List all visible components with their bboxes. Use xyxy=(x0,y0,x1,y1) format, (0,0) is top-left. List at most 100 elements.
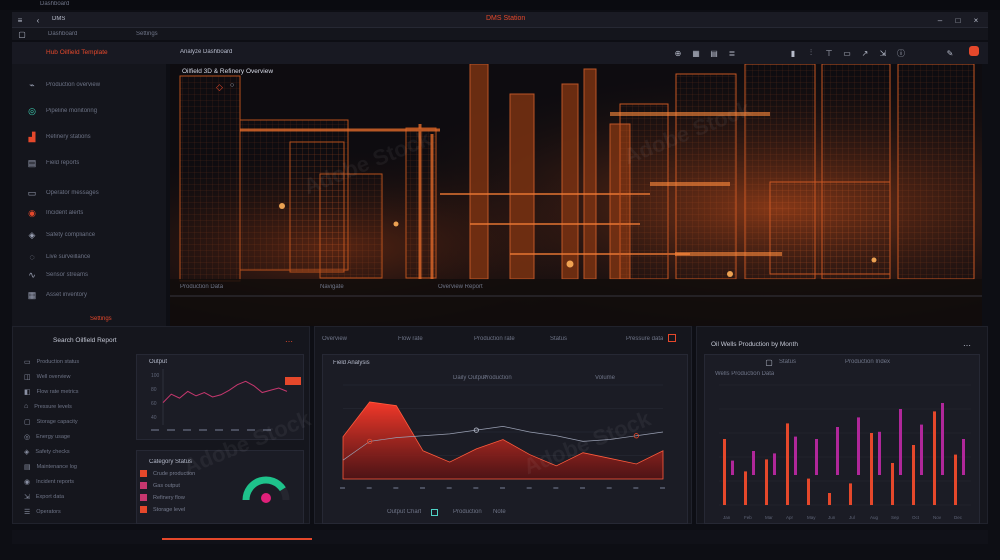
maximize-icon[interactable]: □ xyxy=(952,14,964,26)
folder-icon[interactable]: ▢ xyxy=(16,28,28,40)
layers-icon[interactable]: ≣ xyxy=(726,47,738,59)
sidebar-item[interactable]: ▭ Operator messages xyxy=(26,186,166,200)
x-tick xyxy=(167,429,175,431)
menu-icon[interactable]: ≡ xyxy=(14,14,26,26)
filter-icon[interactable]: ⫶ xyxy=(805,47,817,59)
refinery-viewport[interactable]: Oilfield 3D & Refinery Overview ◇ ○ Prod… xyxy=(170,64,982,326)
bar xyxy=(836,427,839,475)
list-item[interactable]: Refinery flow xyxy=(140,494,185,501)
info-icon[interactable]: ⓘ xyxy=(895,47,907,59)
gauge-slice xyxy=(279,487,290,501)
toolbar: ⊕ ▦ ▤ ≣ xyxy=(672,47,738,59)
report-line[interactable]: ▢ Storage capacity xyxy=(24,418,78,426)
sidebar-item[interactable]: ▦ Asset inventory xyxy=(26,288,166,302)
checkbox-icon[interactable] xyxy=(431,509,438,516)
sidebar-item-label: Refinery stations xyxy=(46,134,91,140)
bar-chart-icon[interactable]: ▮ xyxy=(787,47,799,59)
bar xyxy=(962,439,965,475)
x-tick xyxy=(151,429,159,431)
y-tick-label: 80 xyxy=(151,387,157,393)
sidebar-item[interactable]: ◉ Incident alerts xyxy=(26,206,166,220)
grid-icon[interactable]: ▦ xyxy=(690,47,702,59)
more-icon[interactable]: ⋯ xyxy=(283,335,295,347)
report-line[interactable]: ◧ Flow rate metrics xyxy=(24,388,79,396)
report-line[interactable]: ⇲ Export data xyxy=(24,493,64,501)
report-line-label: Operators xyxy=(36,509,61,515)
report-line[interactable]: ☰ Operators xyxy=(24,508,61,516)
sidebar-item[interactable]: ◈ Safety compliance xyxy=(26,228,166,242)
list-item-label: Gas output xyxy=(153,482,180,489)
tab-action-icon[interactable] xyxy=(668,334,676,342)
zoom-icon[interactable]: ⊕ xyxy=(672,47,684,59)
minimize-icon[interactable]: – xyxy=(934,14,946,26)
top-small-label: DMS xyxy=(52,16,66,22)
window-icon[interactable]: ▭ xyxy=(841,47,853,59)
tab-item[interactable]: Status xyxy=(550,336,567,342)
alert-button[interactable] xyxy=(969,46,979,56)
line-icon: ⌂ xyxy=(24,403,29,410)
bar-chart-card: ▢ Status Production Index Wells Producti… xyxy=(704,354,980,524)
x-tick-label: Apr xyxy=(786,515,794,520)
list-item[interactable]: Gas output xyxy=(140,482,180,489)
x-tick xyxy=(660,487,665,489)
toolbar-right: ▮ ⫶ ⊤ ▭ ↗ ⇲ ⓘ xyxy=(787,47,907,59)
area-footer-label: Note xyxy=(493,509,506,515)
line-icon: ▭ xyxy=(24,359,31,366)
edit-icon[interactable]: ✎ xyxy=(944,47,956,59)
breadcrumb-item[interactable]: Dashboard xyxy=(48,31,77,37)
bar xyxy=(891,463,894,505)
tab-item[interactable]: Production rate xyxy=(474,336,515,342)
sidebar-footer[interactable]: Settings xyxy=(90,316,112,322)
sidebar-item-label: Safety compliance xyxy=(46,232,96,238)
tab-item[interactable]: Pressure data xyxy=(626,336,663,342)
sidebar-item-label: Sensor streams xyxy=(46,272,89,278)
bar xyxy=(899,409,902,475)
report-line[interactable]: ◫ Well overview xyxy=(24,373,70,381)
sidebar-item[interactable]: ◎ Pipeline monitoring xyxy=(26,104,166,118)
sidebar-item-label: Live surveillance xyxy=(46,254,91,260)
report-line-label: Storage capacity xyxy=(36,419,78,425)
report-line-label: Maintenance log xyxy=(36,464,77,470)
report-line-label: Production status xyxy=(36,359,80,365)
top-left-label: Dashboard xyxy=(40,1,70,7)
x-tick-label: Aug xyxy=(870,515,879,520)
report-line-label: Flow rate metrics xyxy=(36,389,79,395)
list-item[interactable]: Storage level xyxy=(140,506,185,513)
export-icon[interactable]: ⇲ xyxy=(877,47,889,59)
report-line[interactable]: ◎ Energy usage xyxy=(24,433,70,441)
sidebar-item-label: Incident alerts xyxy=(46,210,84,216)
report-line[interactable]: ◉ Incident reports xyxy=(24,478,74,486)
close-icon[interactable]: × xyxy=(970,14,982,26)
sidebar-item-label: Operator messages xyxy=(46,190,99,196)
factory-icon: ▟ xyxy=(28,131,36,142)
tab-analyze[interactable]: Analyze Dashboard xyxy=(180,49,232,55)
x-tick-label: May xyxy=(807,515,816,520)
tab-item[interactable]: Flow rate xyxy=(398,336,423,342)
line-icon: ⇲ xyxy=(24,494,30,501)
report-line[interactable]: ▤ Maintenance log xyxy=(24,463,77,471)
bar xyxy=(828,493,831,505)
report-line[interactable]: ◈ Safety checks xyxy=(24,448,70,456)
mini-line-chart: 100 80 60 40 xyxy=(151,369,288,431)
sidebar-item[interactable]: ◌ Live surveillance xyxy=(26,250,166,264)
more-icon[interactable]: ⋯ xyxy=(961,339,973,351)
report-line[interactable]: ⌂ Pressure levels xyxy=(24,403,72,410)
back-icon[interactable]: ‹ xyxy=(32,14,44,26)
grid-icon: ▦ xyxy=(27,289,37,300)
tab-item[interactable]: Overview xyxy=(322,336,347,342)
list-item[interactable]: Crude production xyxy=(140,470,195,477)
alert-icon: ◉ xyxy=(28,207,36,218)
pin-icon[interactable]: ⊤ xyxy=(823,47,835,59)
breadcrumb-item[interactable]: Settings xyxy=(136,31,158,37)
sidebar-item[interactable]: ▟ Refinery stations xyxy=(26,130,166,144)
report-line[interactable]: ▭ Production status xyxy=(24,358,79,366)
sidebar-item[interactable]: ▤ Field reports xyxy=(26,156,166,170)
bar xyxy=(794,436,797,475)
shield-icon: ◈ xyxy=(28,229,36,240)
tab-bar: Hub Oilfield Template Analyze Dashboard … xyxy=(12,42,988,64)
sidebar-item[interactable]: ⌁ Production overview xyxy=(26,78,166,92)
share-icon[interactable]: ↗ xyxy=(859,47,871,59)
bar-chart: Jan Feb Mar Apr May Jun Jul Aug Sep Oct Nov Dec xyxy=(719,384,971,520)
chart-icon[interactable]: ▤ xyxy=(708,47,720,59)
sidebar-item[interactable]: ∿ Sensor streams xyxy=(26,268,166,282)
